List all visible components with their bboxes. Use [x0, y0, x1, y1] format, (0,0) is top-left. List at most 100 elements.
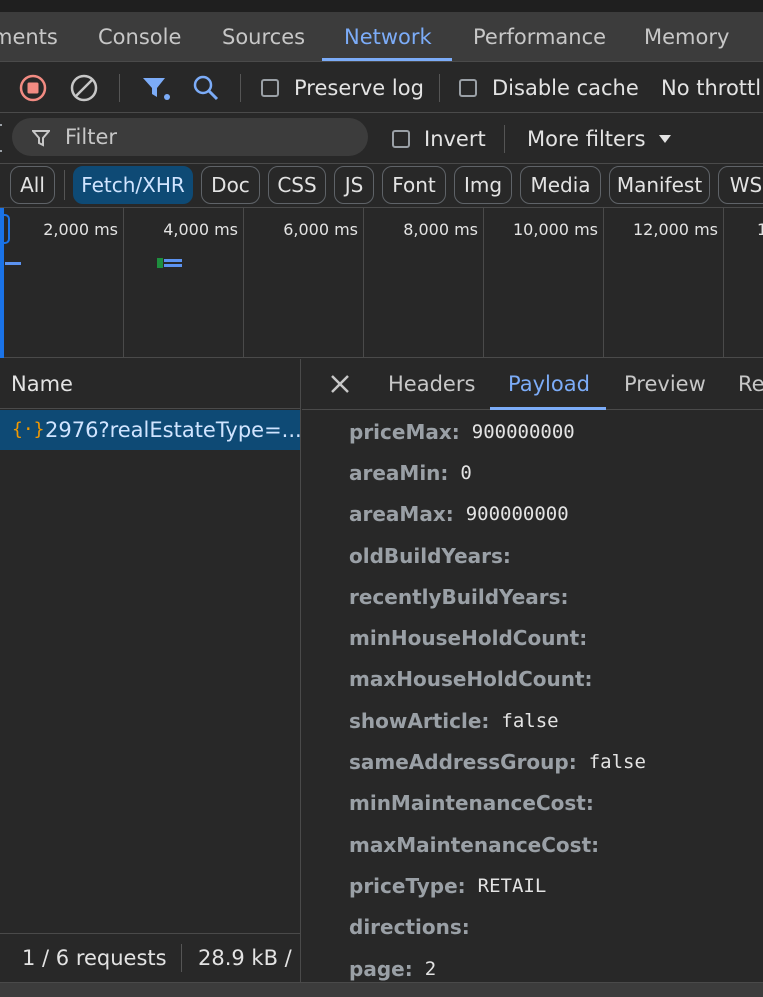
- disable-cache-label: Disable cache: [492, 76, 639, 100]
- disable-cache-toggle[interactable]: Disable cache: [459, 63, 639, 113]
- dropdown-arrow-icon: [658, 135, 671, 143]
- type-filter-media[interactable]: Media: [520, 166, 601, 204]
- tab-elements[interactable]: ments: [0, 12, 58, 62]
- payload-key: priceMax:: [349, 419, 460, 444]
- payload-key: sameAddressGroup:: [349, 750, 577, 775]
- type-filter-ws[interactable]: WS: [718, 166, 763, 204]
- close-icon[interactable]: [330, 374, 350, 394]
- invert-toggle[interactable]: Invert: [392, 114, 486, 164]
- type-filter-font[interactable]: Font: [382, 166, 446, 204]
- payload-key: recentlyBuildYears:: [349, 584, 569, 609]
- filterbar-divider: [504, 125, 505, 153]
- active-tab-indicator: [322, 58, 452, 61]
- toolbar-divider: [119, 74, 120, 102]
- timeline-gridline: [723, 208, 724, 358]
- type-filter-img[interactable]: Img: [454, 166, 512, 204]
- drawer-strip: [0, 982, 763, 997]
- timeline-request-bar: [157, 258, 163, 268]
- payload-value: 900000000: [471, 420, 575, 443]
- name-column-header[interactable]: Name: [0, 359, 301, 409]
- timeline-gridline: [483, 208, 484, 358]
- timeline-label: 2,000 ms: [43, 220, 118, 239]
- window-top-strip: [0, 0, 763, 12]
- search-button[interactable]: [192, 63, 220, 113]
- timeline-overview[interactable]: 2,000 ms 4,000 ms 6,000 ms 8,000 ms 10,0…: [0, 207, 763, 358]
- payload-row: showArticle: false: [349, 700, 763, 741]
- preserve-log-checkbox[interactable]: [261, 79, 279, 97]
- tab-preview[interactable]: Preview: [624, 359, 706, 409]
- filter-bar: Filter Invert More filters: [0, 114, 763, 164]
- throttling-label: No throttl: [661, 76, 762, 100]
- type-filter-all[interactable]: All: [10, 166, 55, 204]
- payload-row: priceType: RETAIL: [349, 865, 763, 906]
- timeline-gridline: [603, 208, 604, 358]
- type-filter-divider: [64, 170, 65, 200]
- tab-performance[interactable]: Performance: [473, 12, 606, 62]
- type-filter-manifest[interactable]: Manifest: [609, 166, 710, 204]
- payload-key: priceType:: [349, 873, 466, 898]
- tab-headers[interactable]: Headers: [388, 359, 475, 409]
- payload-row: minHouseHoldCount:: [349, 617, 763, 658]
- toolbar-divider: [439, 74, 440, 102]
- preserve-log-toggle[interactable]: Preserve log: [261, 63, 424, 113]
- payload-row: areaMax: 900000000: [349, 494, 763, 535]
- payload-value: RETAIL: [477, 874, 547, 897]
- tab-sources[interactable]: Sources: [222, 12, 305, 62]
- payload-key: areaMin:: [349, 460, 449, 485]
- type-filter-css[interactable]: CSS: [268, 166, 326, 204]
- type-filter-fetch-xhr[interactable]: Fetch/XHR: [73, 166, 193, 204]
- type-filter-doc[interactable]: Doc: [201, 166, 260, 204]
- payload-key: directions:: [349, 915, 470, 940]
- tab-network[interactable]: Network: [344, 12, 432, 62]
- payload-value: false: [501, 709, 559, 732]
- type-filter-js[interactable]: JS: [334, 166, 374, 204]
- request-name: 2976?realEstateType=...: [45, 418, 300, 442]
- payload-key: minHouseHoldCount:: [349, 626, 588, 651]
- devtools-tab-bar: ments Console Sources Network Performanc…: [0, 12, 763, 62]
- resource-type-filters: All Fetch/XHR Doc CSS JS Font Img Media …: [0, 165, 763, 207]
- search-icon: [193, 75, 219, 101]
- filter-input[interactable]: Filter: [12, 118, 368, 156]
- timeline-request-bar: [164, 264, 182, 267]
- payload-key: page:: [349, 956, 413, 981]
- timeline-gridline: [243, 208, 244, 358]
- filter-toggle-button[interactable]: [140, 63, 172, 113]
- request-detail-pane: Headers Payload Preview Re priceMax: 9000…: [302, 359, 763, 982]
- timeline-drag-grip[interactable]: [0, 214, 10, 244]
- payload-row: areaMin: 0: [349, 452, 763, 493]
- throttling-select[interactable]: No throttl: [661, 63, 761, 113]
- request-count: 1 / 6 requests: [22, 946, 167, 970]
- payload-row: maxMaintenanceCost:: [349, 824, 763, 865]
- timeline-label: 6,000 ms: [283, 220, 358, 239]
- payload-value: 2: [424, 957, 437, 980]
- payload-list: priceMax: 900000000 areaMin: 0 areaMax: 900…: [349, 411, 763, 982]
- clear-icon: [70, 74, 98, 102]
- timeline-label: 8,000 ms: [403, 220, 478, 239]
- fetch-icon: {​·}: [12, 419, 45, 440]
- payload-key: showArticle:: [349, 708, 490, 733]
- tab-console[interactable]: Console: [98, 12, 181, 62]
- tab-response[interactable]: Re: [738, 359, 763, 409]
- payload-value: 900000000: [465, 503, 569, 526]
- tab-payload[interactable]: Payload: [508, 359, 590, 409]
- more-filters-dropdown[interactable]: More filters: [527, 114, 672, 164]
- payload-row: recentlyBuildYears:: [349, 576, 763, 617]
- clear-button[interactable]: [69, 63, 99, 113]
- timeline-request-bar: [164, 259, 182, 262]
- disable-cache-checkbox[interactable]: [459, 79, 477, 97]
- filter-funnel-icon: [143, 78, 170, 100]
- toolbar-divider: [240, 74, 241, 102]
- timeline-label: 12,000 ms: [633, 220, 718, 239]
- tab-memory[interactable]: Memory: [644, 12, 729, 62]
- transferred-size: 28.9 kB / .: [198, 946, 300, 970]
- payload-key: maxMaintenanceCost:: [349, 832, 600, 857]
- request-row[interactable]: {​·} 2976?realEstateType=...: [0, 410, 300, 450]
- invert-label: Invert: [424, 127, 486, 151]
- invert-checkbox[interactable]: [392, 130, 410, 148]
- payload-key: oldBuildYears:: [349, 543, 511, 568]
- timeline-label: 1: [757, 220, 763, 239]
- payload-row: minMaintenanceCost:: [349, 783, 763, 824]
- record-button[interactable]: [18, 63, 48, 113]
- payload-row: sameAddressGroup: false: [349, 741, 763, 782]
- payload-row: directions:: [349, 907, 763, 948]
